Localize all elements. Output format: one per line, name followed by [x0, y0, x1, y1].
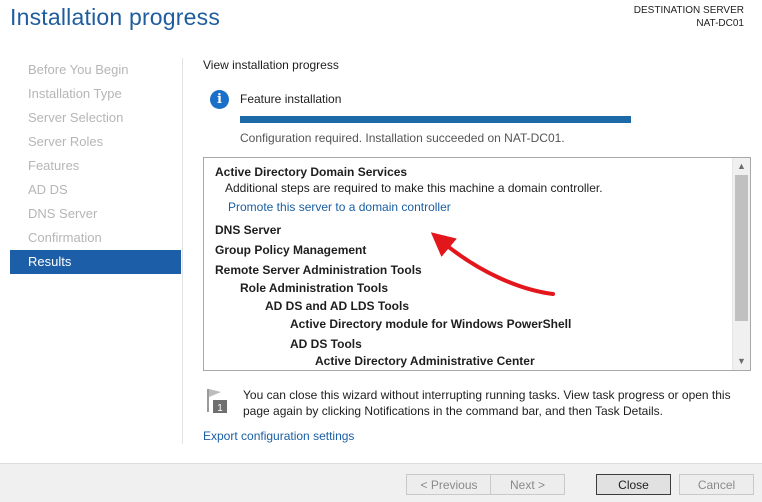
sidebar-divider [182, 58, 183, 444]
wizard-close-note: You can close this wizard without interr… [243, 388, 731, 418]
sidebar-item-server-roles[interactable]: Server Roles [10, 130, 181, 154]
view-progress-label: View installation progress [203, 58, 339, 72]
scrollbar-thumb[interactable] [735, 175, 748, 321]
page-title: Installation progress [10, 4, 221, 30]
result-ad-ds: Active Directory Domain Services [215, 165, 408, 179]
result-rsat: Remote Server Administration Tools [215, 263, 422, 277]
sidebar-item-installation-type[interactable]: Installation Type [10, 82, 181, 106]
result-adds-adlds-tools: AD DS and AD LDS Tools [265, 299, 409, 313]
sidebar-item-before-you-begin[interactable]: Before You Begin [10, 58, 181, 82]
promote-domain-controller-link[interactable]: Promote this server to a domain controll… [228, 200, 451, 214]
progress-bar-fill [240, 116, 631, 123]
sidebar-item-confirmation[interactable]: Confirmation [10, 226, 181, 250]
result-group-policy: Group Policy Management [215, 243, 367, 257]
result-ad-ds-tools: AD DS Tools [290, 337, 362, 351]
sidebar-item-ad-ds[interactable]: AD DS [10, 178, 181, 202]
sidebar-item-results[interactable]: Results [10, 250, 181, 274]
wizard-footer: < Previous Next > Close Cancel [0, 463, 762, 502]
export-configuration-link[interactable]: Export configuration settings [203, 429, 354, 443]
cancel-button[interactable]: Cancel [679, 474, 754, 495]
sidebar-item-dns-server[interactable]: DNS Server [10, 202, 181, 226]
feature-installation-label: Feature installation [240, 92, 342, 106]
result-ad-ds-note: Additional steps are required to make th… [225, 181, 603, 195]
results-scrollbar[interactable]: ▲ ▼ [732, 158, 750, 370]
destination-server: DESTINATION SERVER NAT-DC01 [634, 4, 744, 30]
result-dns-server: DNS Server [215, 223, 282, 237]
scroll-down-icon[interactable]: ▼ [733, 353, 750, 370]
notification-count: 1 [217, 403, 223, 414]
sidebar-item-features[interactable]: Features [10, 154, 181, 178]
info-icon: i [210, 90, 229, 109]
result-ad-powershell-module: Active Directory module for Windows Powe… [290, 317, 572, 331]
results-list-box[interactable]: Active Directory Domain Services Additio… [203, 157, 751, 371]
wizard-steps-sidebar: Before You Begin Installation Type Serve… [10, 58, 181, 274]
notification-flag-icon: 1 [207, 389, 227, 414]
sidebar-item-server-selection[interactable]: Server Selection [10, 106, 181, 130]
installation-status-text: Configuration required. Installation suc… [240, 131, 565, 145]
installation-progress-bar [240, 116, 631, 123]
close-button[interactable]: Close [596, 474, 671, 495]
next-button[interactable]: Next > [490, 474, 565, 495]
destination-server-name: NAT-DC01 [696, 18, 744, 29]
result-ad-admin-center: Active Directory Administrative Center [315, 354, 535, 368]
destination-label: DESTINATION SERVER [633, 5, 744, 16]
scroll-up-icon[interactable]: ▲ [733, 158, 750, 175]
result-role-admin-tools: Role Administration Tools [240, 281, 389, 295]
previous-button[interactable]: < Previous [406, 474, 492, 495]
